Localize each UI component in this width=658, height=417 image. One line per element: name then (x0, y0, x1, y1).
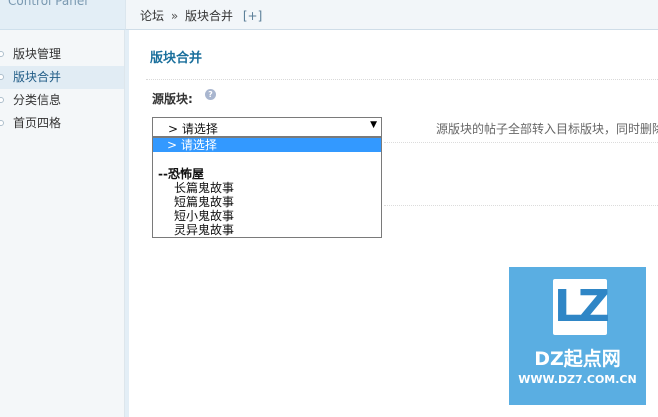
bullet-icon (0, 74, 4, 80)
site-watermark: LZ DZ起点网 WWW.DZ7.COM.CN (509, 267, 646, 405)
divider (384, 205, 658, 206)
sidebar-item-forum-manage[interactable]: 版块管理 (0, 43, 124, 66)
select-option[interactable]: 短小鬼故事 (153, 209, 381, 223)
sidebar-nav: 版块管理 版块合并 分类信息 首页四格 (0, 43, 124, 135)
sidebar-item-label: 版块管理 (13, 47, 62, 61)
watermark-logo-text: LZ (554, 281, 610, 332)
breadcrumb: 论坛 » 版块合并 [+] (140, 7, 262, 24)
bullet-icon (0, 51, 4, 57)
source-forum-label: 源版块: (152, 92, 193, 106)
select-option[interactable]: > 请选择 (153, 138, 381, 152)
watermark-brand: DZ起点网 (534, 348, 621, 370)
select-option[interactable] (153, 153, 381, 167)
select-option[interactable]: 灵异鬼故事 (153, 223, 381, 237)
sidebar-item-label: 版块合并 (13, 70, 62, 84)
chevron-down-icon[interactable]: ▼ (370, 120, 377, 130)
control-panel-title: Control Panel (8, 0, 88, 8)
source-forum-select[interactable]: > 请选择 ▼ (152, 117, 382, 137)
field-description: 源版块的帖子全部转入目标版块，同时删除 (436, 122, 658, 136)
select-option[interactable]: 长篇鬼故事 (153, 181, 381, 195)
sidebar-item-label: 首页四格 (13, 116, 62, 130)
page-title: 版块合并 (150, 51, 203, 66)
breadcrumb-separator: » (170, 9, 179, 23)
control-panel-header: Control Panel (0, 0, 125, 30)
sidebar-item-home-grid[interactable]: 首页四格 (0, 112, 124, 135)
watermark-logo: LZ (553, 279, 610, 335)
sidebar: 版块管理 版块合并 分类信息 首页四格 (0, 30, 129, 417)
help-icon[interactable]: ? (205, 89, 216, 100)
add-shortcut-link[interactable]: [+] (243, 9, 262, 23)
watermark-url: WWW.DZ7.COM.CN (518, 373, 637, 386)
select-value: > 请选择 (168, 122, 218, 136)
source-forum-dropdown: > 请选择 --恐怖屋 长篇鬼故事 短篇鬼故事 短小鬼故事 灵异鬼故事 (152, 137, 382, 238)
divider (146, 79, 658, 80)
sidebar-item-label: 分类信息 (13, 93, 62, 107)
sidebar-item-forum-merge[interactable]: 版块合并 (0, 66, 124, 89)
breadcrumb-current: 版块合并 (185, 9, 234, 23)
breadcrumb-bar: 论坛 » 版块合并 [+] (125, 0, 658, 30)
sidebar-item-category-info[interactable]: 分类信息 (0, 89, 124, 112)
breadcrumb-forum-link[interactable]: 论坛 (140, 9, 164, 23)
divider (384, 142, 658, 143)
bullet-icon (0, 97, 4, 103)
select-option-group: --恐怖屋 (158, 167, 204, 181)
bullet-icon (0, 120, 4, 126)
select-option[interactable]: 短篇鬼故事 (153, 195, 381, 209)
